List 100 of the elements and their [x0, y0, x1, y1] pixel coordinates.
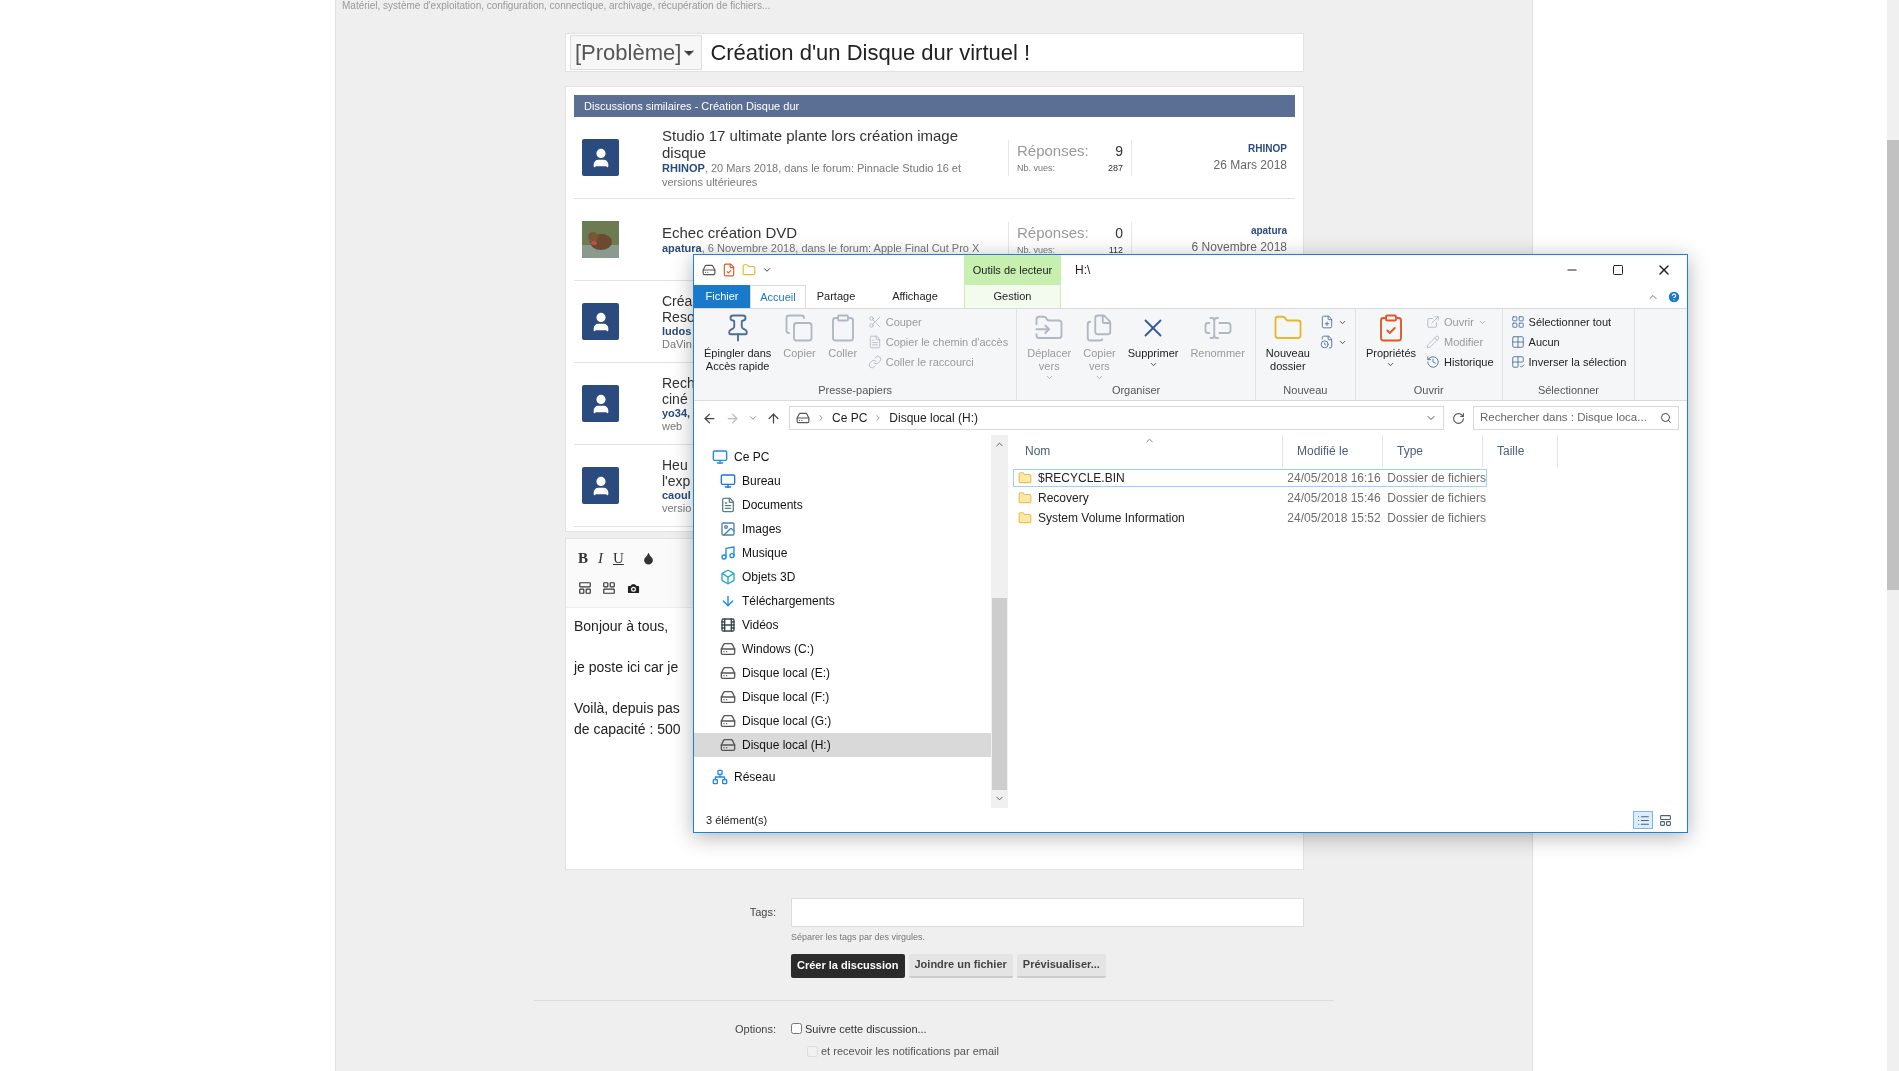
tree-item[interactable]: Musique [694, 541, 991, 565]
author-link[interactable]: apatura [662, 242, 702, 254]
up-icon[interactable] [766, 410, 781, 426]
discussion-meta: DaVin [662, 337, 693, 351]
ribbon-button[interactable]: Inverser la sélection [1510, 353, 1627, 371]
discussion-title[interactable]: Heu [662, 456, 692, 473]
last-poster[interactable]: RHINOP [1248, 141, 1287, 156]
tags-field[interactable] [791, 898, 1304, 927]
breadcrumb-item[interactable]: Disque local (H:) [889, 409, 979, 427]
properties-icon [722, 263, 736, 277]
history-icon [1426, 355, 1440, 369]
author-link[interactable]: ludos [662, 324, 695, 338]
search-field[interactable]: Rechercher dans : Disque loca... [1473, 406, 1679, 430]
tree-item[interactable]: Disque local (G:) [694, 709, 991, 733]
pencil-icon [1426, 335, 1440, 349]
discussion-meta: apatura, 6 Novembre 2018, dans le forum: Apple Final Cut Pro X [662, 241, 981, 255]
discussion-title[interactable]: l'exp [662, 472, 692, 489]
tree-item[interactable]: Ce PC [694, 445, 991, 469]
views-count: 112 [1108, 244, 1123, 257]
forum-description: Matériel, système d'exploitation, configuration, connectique, archivage, récupération de fichiers... [341, 0, 771, 11]
column-header[interactable]: Taille [1497, 442, 1525, 460]
file-row[interactable]: System Volume Information 24/05/2018 15:52 Dossier de fichiers [1013, 509, 1487, 527]
editor-text: je poste ici car je [574, 658, 679, 677]
ribbon-button[interactable]: Supprimer [1122, 309, 1184, 382]
tree-item[interactable]: Windows (C:) [694, 637, 991, 661]
ribbon-button[interactable]: Nouveau dossier [1260, 309, 1315, 382]
form-button[interactable]: Prévisualiser... [1016, 953, 1106, 978]
checkbox-label[interactable]: Suivre cette discussion... [805, 1020, 927, 1037]
layout-icon[interactable] [578, 581, 592, 595]
recent-locations-icon[interactable] [748, 413, 758, 423]
drive-icon [720, 737, 736, 753]
replies-label: Réponses: [1017, 222, 1089, 243]
replies-count: 0 [1115, 223, 1123, 243]
tree-label: Musique [742, 545, 788, 562]
ribbon-tab[interactable]: Accueil [750, 285, 806, 308]
tree-label: Disque local (E:) [742, 665, 831, 682]
discussion-title[interactable]: Echec création DVD [662, 224, 1002, 241]
ribbon-button[interactable] [1319, 313, 1347, 331]
tree-label: Disque local (G:) [742, 713, 832, 730]
tree-item[interactable]: Vidéos [694, 613, 991, 637]
tree-item[interactable]: Disque local (F:) [694, 685, 991, 709]
scrollbar-thumb[interactable] [1887, 140, 1899, 590]
column-header[interactable]: Modifié le [1297, 442, 1349, 460]
file-row[interactable]: Recovery 24/05/2018 15:46 Dossier de fichiers [1013, 489, 1487, 507]
ribbon-tab[interactable]: Partage [806, 285, 866, 308]
file-row[interactable]: $RECYCLE.BIN 24/05/2018 16:16 Dossier de fichiers [1013, 469, 1487, 487]
column-header[interactable]: Nom [1025, 442, 1051, 460]
format-button[interactable]: I [598, 546, 603, 570]
ribbon-button[interactable]: Sélectionner tout [1510, 313, 1627, 331]
refresh-icon[interactable] [1452, 411, 1465, 425]
caret-icon [1094, 373, 1104, 382]
ribbon-button[interactable] [1319, 333, 1347, 351]
author-link[interactable]: RHINOP [662, 161, 705, 174]
address-bar[interactable]: Ce PC Disque local (H:) [789, 406, 1444, 430]
layout-icon[interactable] [602, 581, 616, 595]
tree-item[interactable]: Documents [694, 493, 991, 517]
file-name: System Volume Information [1038, 510, 1185, 527]
scrollbar-thumb[interactable] [992, 598, 1007, 790]
discussion-title[interactable]: Studio 17 ultimate plante lors création image disque [662, 126, 1002, 161]
prefix-select[interactable]: [Problème] [570, 35, 703, 70]
tree-item[interactable]: Réseau [694, 765, 991, 789]
folder-icon [1018, 471, 1032, 485]
tree-item[interactable]: Disque local (E:) [694, 661, 991, 685]
breadcrumb-item[interactable]: Ce PC [832, 409, 868, 427]
back-icon[interactable] [702, 410, 717, 426]
tree-item[interactable]: Bureau [694, 469, 991, 493]
form-button[interactable]: Créer la discussion [791, 953, 905, 978]
discussion-title[interactable]: Créa [662, 292, 695, 309]
format-button[interactable]: B [578, 546, 588, 570]
author-link[interactable]: caoul [662, 488, 692, 502]
tree-item[interactable]: Objets 3D [694, 565, 991, 589]
tree-item[interactable]: Disque local (H:) [694, 733, 991, 757]
open-icon [1426, 315, 1440, 329]
ribbon-group-label: Sélectionner [1536, 382, 1601, 398]
ribbon-tab[interactable]: Fichier [694, 285, 750, 308]
format-button[interactable]: U [613, 546, 624, 570]
ribbon-button[interactable]: Propriétés [1360, 309, 1421, 382]
panel-header: Discussions similaires - Création Disque dur [574, 95, 1295, 117]
ribbon-button[interactable]: Historique [1426, 353, 1494, 371]
file-name: Recovery [1038, 490, 1089, 507]
search-icon [1660, 412, 1672, 424]
ribbon-button[interactable]: Aucun [1510, 333, 1627, 351]
last-poster[interactable]: apatura [1250, 223, 1287, 238]
discussion-title[interactable]: ciné [662, 390, 695, 407]
color-icon[interactable] [641, 551, 655, 565]
editor-text: Bonjour à tous, [574, 617, 669, 636]
ribbon-button[interactable]: Épingler dans Accès rapide [699, 309, 777, 382]
tree-label: Bureau [742, 473, 781, 490]
help-icon[interactable] [1667, 289, 1681, 304]
column-header[interactable]: Type [1397, 442, 1423, 460]
tree-item[interactable]: Téléchargements [694, 589, 991, 613]
details-view-button[interactable] [1633, 811, 1653, 829]
form-button[interactable]: Joindre un fichier [908, 953, 1013, 978]
discussion-meta: web [662, 419, 684, 433]
desktop-icon [720, 473, 736, 489]
ribbon-tab[interactable]: Gestion [964, 285, 1061, 308]
author-link[interactable]: yo34, [662, 406, 695, 420]
tree-item[interactable]: Images [694, 517, 991, 541]
checkbox[interactable] [791, 1023, 802, 1035]
ribbon-tab[interactable]: Affichage [866, 285, 964, 308]
